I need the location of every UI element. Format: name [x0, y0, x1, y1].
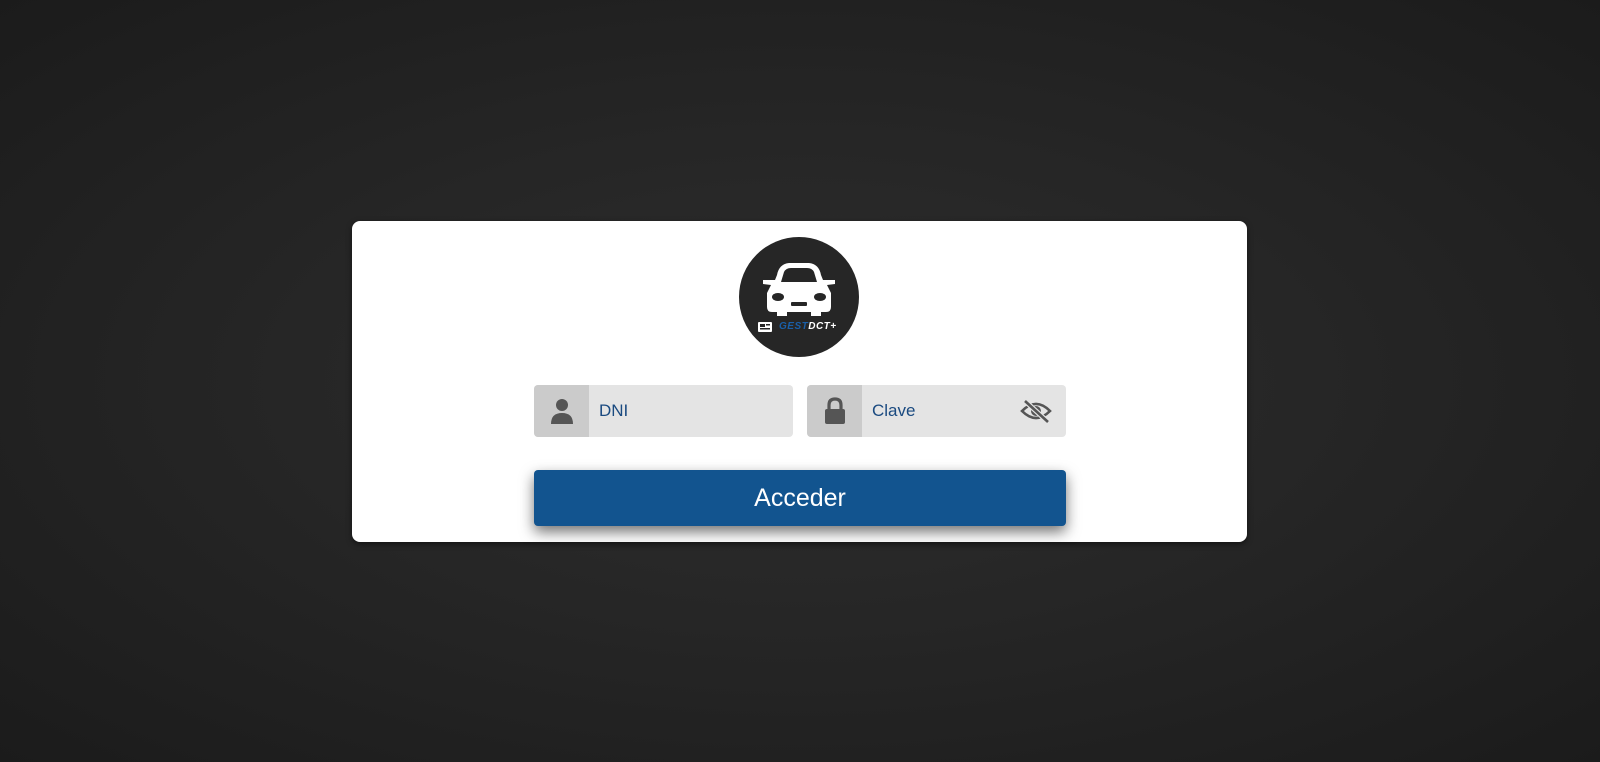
lock-icon: [824, 397, 845, 424]
logo-wordmark: GESTDCT+: [779, 321, 837, 332]
dni-input[interactable]: [589, 385, 779, 437]
dni-field: [534, 385, 793, 437]
app-logo: GESTDCT+: [739, 237, 859, 357]
acceder-button[interactable]: Acceder: [534, 470, 1066, 526]
user-icon: [550, 399, 573, 424]
car-icon: [758, 263, 835, 332]
eye-slash-icon[interactable]: [1020, 399, 1052, 424]
clave-input[interactable]: [862, 385, 1012, 437]
login-card: GESTDCT+ Acceder: [352, 221, 1247, 542]
clave-addon: [807, 385, 862, 437]
dni-addon: [534, 385, 589, 437]
clave-field: [807, 385, 1066, 437]
